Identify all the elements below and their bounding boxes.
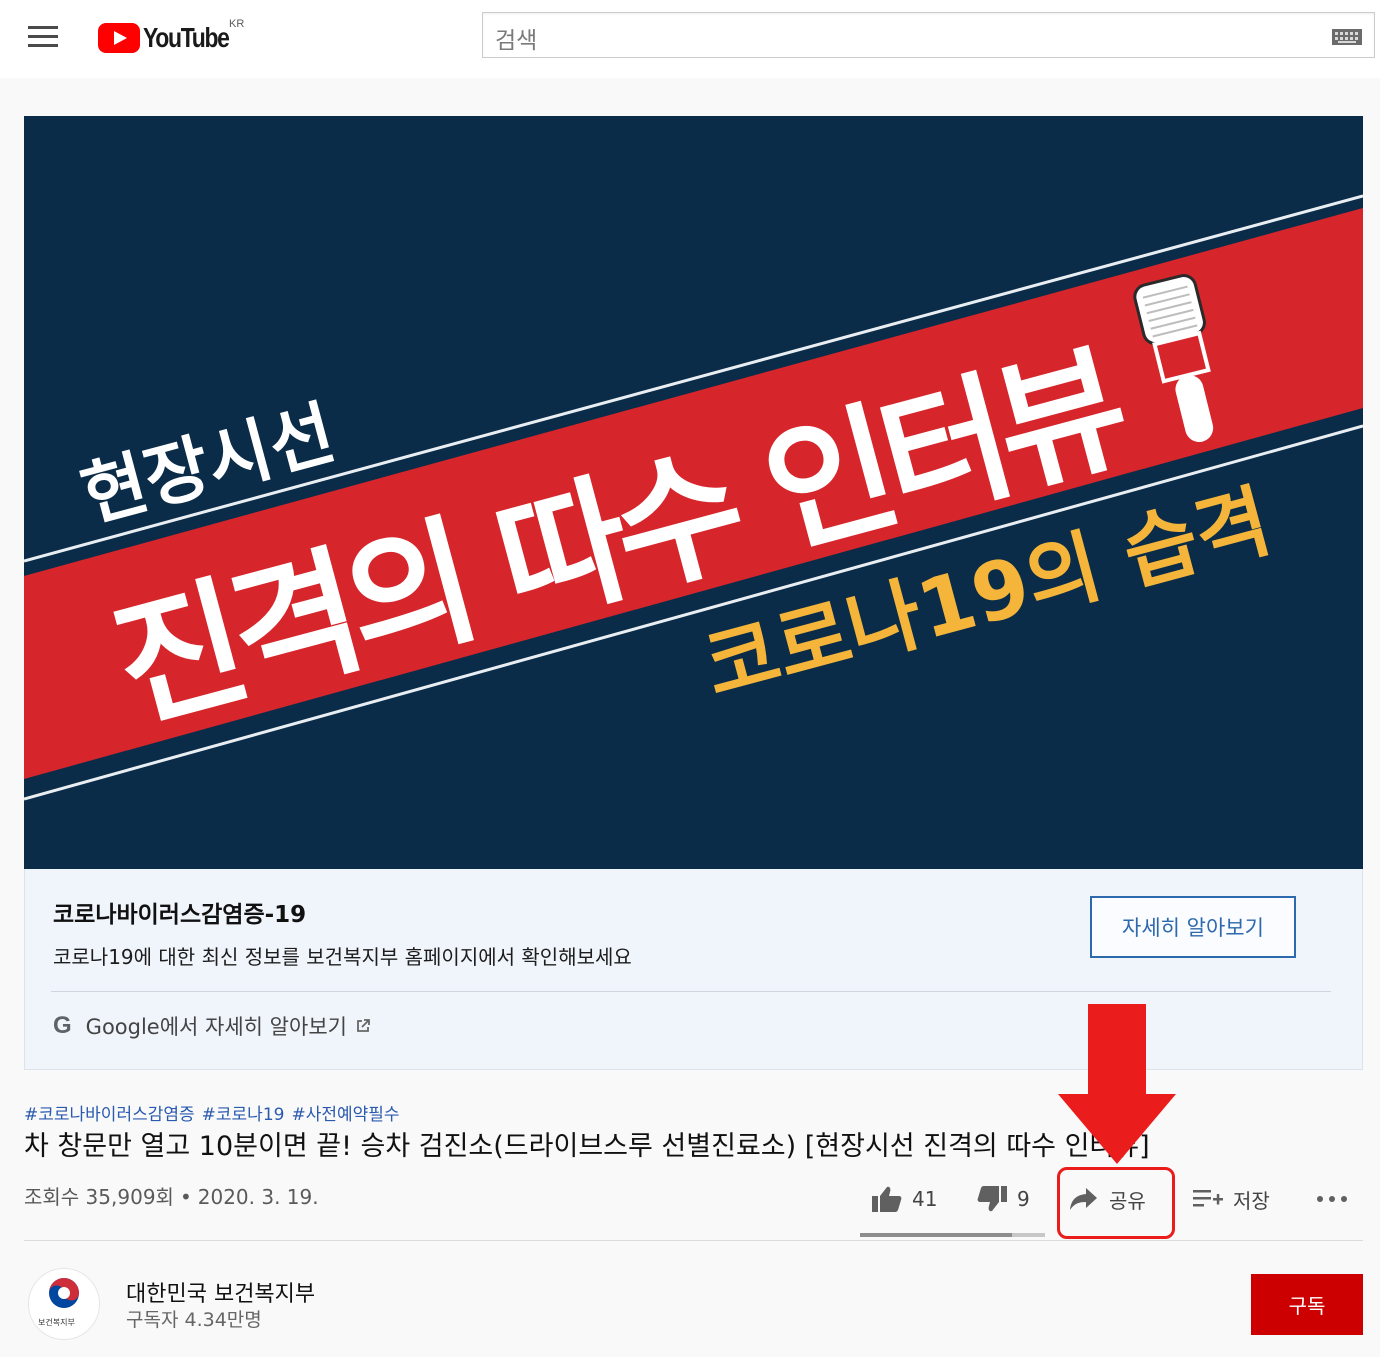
hashtag-link[interactable]: #코로나19 (202, 1105, 285, 1125)
dislike-button[interactable]: 9 (977, 1174, 1030, 1224)
google-link-label: Google에서 자세히 알아보기 (85, 1015, 347, 1039)
thumbs-up-icon (872, 1186, 902, 1212)
video-meta: 조회수 35,909회 • 2020. 3. 19. (24, 1181, 325, 1210)
meta-separator: • (179, 1185, 192, 1209)
learn-more-button[interactable]: 자세히 알아보기 (1090, 896, 1296, 958)
like-ratio-fill (860, 1233, 1012, 1237)
youtube-play-icon (98, 23, 140, 53)
google-learn-more-link[interactable]: G Google에서 자세히 알아보기 (53, 1011, 371, 1041)
channel-name[interactable]: 대한민국 보건복지부 (126, 1276, 315, 1308)
view-count: 조회수 35,909회 (24, 1185, 174, 1209)
more-actions-button[interactable] (1316, 1174, 1358, 1224)
youtube-logo[interactable]: YouTube KR (98, 18, 247, 56)
hamburger-menu-icon[interactable] (28, 26, 58, 48)
like-count: 41 (912, 1187, 938, 1211)
info-panel-title: 코로나바이러스감염증-19 (53, 902, 307, 928)
search-box[interactable]: 검색 (482, 12, 1375, 58)
channel-avatar[interactable]: 보건복지부 (28, 1268, 100, 1340)
taegeuk-logo-icon (49, 1278, 79, 1308)
dislike-count: 9 (1017, 1187, 1030, 1211)
search-input[interactable]: 검색 (495, 21, 537, 55)
save-label: 저장 (1233, 1188, 1270, 1213)
save-button[interactable]: 저장 (1193, 1174, 1270, 1224)
video-player[interactable]: 현장시선 진격의 따수 인터뷰 코로나19의 습격 (24, 116, 1363, 869)
video-title: 차 창문만 열고 10분이면 끝! 승차 검진소(드라이브스루 선별진료소) [… (24, 1131, 1150, 1162)
info-panel-description: 코로나19에 대한 최신 정보를 보건복지부 홈페이지에서 확인해보세요 (53, 945, 632, 969)
hashtags: #코로나바이러스감염증 #코로나19 #사전예약필수 (24, 1100, 407, 1125)
share-highlight-box (1057, 1167, 1175, 1239)
section-divider (24, 1240, 1363, 1241)
logo-text: YouTube (143, 22, 230, 53)
info-panel-divider (51, 991, 1331, 992)
external-link-icon (357, 1019, 370, 1032)
more-horizontal-icon (1317, 1196, 1347, 1202)
like-button[interactable]: 41 (872, 1174, 937, 1224)
avatar-caption: 보건복지부 (38, 1318, 75, 1327)
thumbnail-art: 현장시선 진격의 따수 인터뷰 코로나19의 습격 (24, 116, 1363, 869)
region-code: KR (229, 18, 245, 30)
like-dislike-ratio-bar (860, 1233, 1045, 1237)
subscriber-count: 구독자 4.34만명 (126, 1309, 262, 1331)
masthead: YouTube KR 검색 (0, 0, 1380, 78)
keyboard-icon[interactable] (1332, 29, 1362, 45)
playlist-add-icon (1193, 1190, 1223, 1207)
subscribe-button[interactable]: 구독 (1251, 1274, 1363, 1335)
hashtag-link[interactable]: #코로나바이러스감염증 (24, 1105, 195, 1125)
red-down-arrow-annotation (1058, 1004, 1176, 1164)
upload-date: 2020. 3. 19. (197, 1185, 319, 1209)
google-g-icon: G (53, 1012, 72, 1039)
hashtag-link[interactable]: #사전예약필수 (291, 1105, 399, 1125)
thumbs-down-icon (977, 1186, 1007, 1212)
